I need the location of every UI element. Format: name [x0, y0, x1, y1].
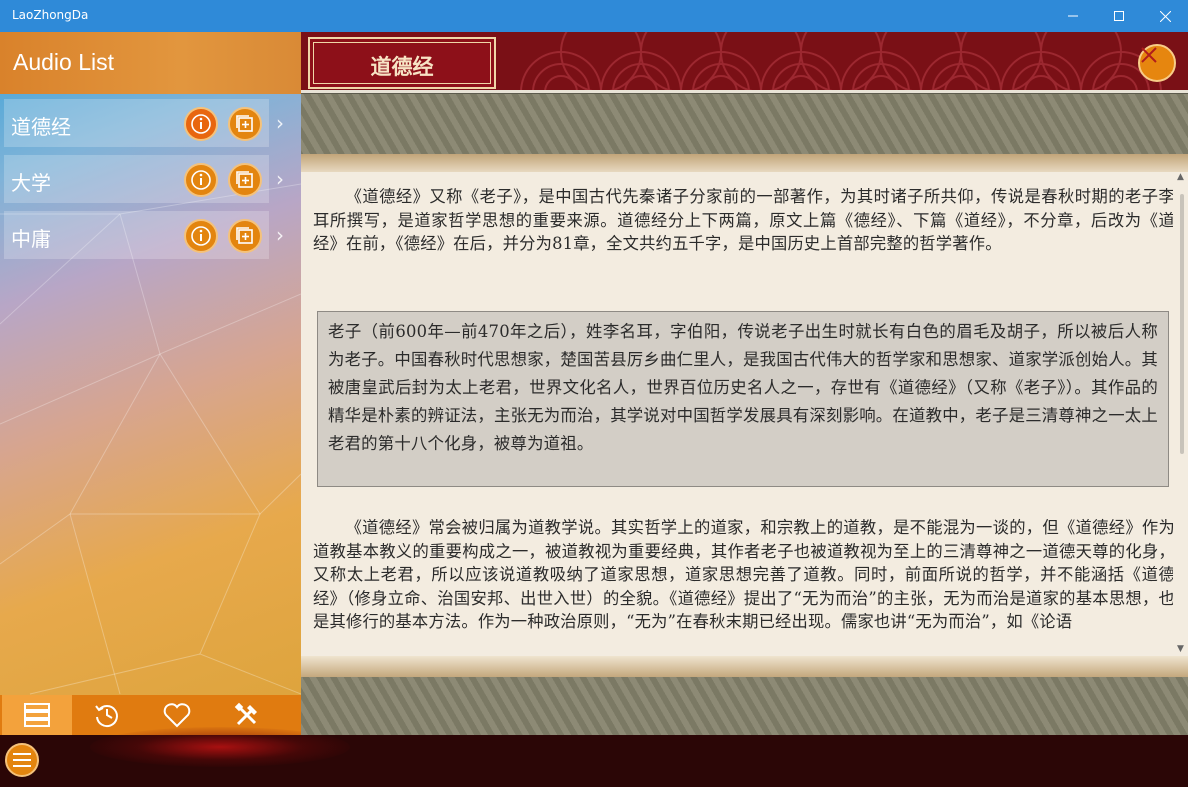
- close-window-button[interactable]: [1142, 0, 1188, 32]
- info-icon: [191, 226, 211, 246]
- audio-item[interactable]: 道德经 ›: [4, 99, 284, 147]
- close-icon: [1159, 10, 1171, 22]
- audio-item-title: 大学: [11, 171, 51, 195]
- close-icon: [1141, 47, 1157, 63]
- audio-list-title: Audio List: [13, 49, 115, 75]
- history-icon: [95, 705, 118, 728]
- minimize-button[interactable]: [1050, 0, 1096, 32]
- audio-item-title: 中庸: [11, 227, 51, 251]
- author-paragraph: 老子（前600年—前470年之后），姓李名耳，字伯阳，传说老子出生时就长有白色的…: [328, 322, 1158, 453]
- audio-item[interactable]: 中庸 ›: [4, 211, 284, 259]
- maximize-icon: [1114, 11, 1124, 21]
- info-button[interactable]: [184, 163, 218, 197]
- add-to-list-icon: [236, 115, 253, 132]
- intro-paragraph: 《道德经》又称《老子》，是中国古代先秦诸子分家前的一部著作，为其时诸子所共仰，传…: [313, 187, 1173, 254]
- info-icon: [191, 114, 211, 134]
- scroll-down-arrow-icon[interactable]: ▼: [1177, 644, 1184, 654]
- add-to-list-button[interactable]: [228, 219, 262, 253]
- info-icon: [191, 170, 211, 190]
- scrollbar-thumb[interactable]: [1180, 194, 1184, 454]
- content-header-band: 道德经: [301, 32, 1188, 92]
- audio-list-header: Audio List: [0, 32, 301, 94]
- tools-icon: [234, 702, 257, 726]
- audio-item-title: 道德经: [11, 115, 71, 139]
- window-title-bar: LaoZhongDa: [0, 0, 1188, 32]
- author-quote-box: 老子（前600年—前470年之后），姓李名耳，字伯阳，传说老子出生时就长有白色的…: [317, 311, 1169, 487]
- chevron-right-icon[interactable]: ›: [276, 113, 292, 133]
- maximize-button[interactable]: [1096, 0, 1142, 32]
- add-to-list-button[interactable]: [228, 163, 262, 197]
- chevron-right-icon[interactable]: ›: [276, 225, 292, 245]
- chevron-right-icon[interactable]: ›: [276, 169, 292, 189]
- add-to-list-icon: [236, 227, 253, 244]
- audio-list-panel: Audio List 道德经 › 大学 › 中庸 ›: [0, 32, 301, 735]
- content-title: 道德经: [370, 55, 434, 79]
- add-to-list-button[interactable]: [228, 107, 262, 141]
- bottom-pattern-band: [301, 677, 1188, 735]
- vertical-scrollbar[interactable]: ▲ ▼: [1176, 172, 1188, 657]
- list-icon: [24, 703, 50, 727]
- menu-button[interactable]: [5, 743, 39, 777]
- audio-item[interactable]: 大学 ›: [4, 155, 284, 203]
- nav-history-button[interactable]: [72, 695, 142, 735]
- app-title: LaoZhongDa: [12, 8, 89, 22]
- article-text-area[interactable]: 《道德经》又称《老子》，是中国古代先秦诸子分家前的一部著作，为其时诸子所共仰，传…: [313, 182, 1173, 652]
- info-button[interactable]: [184, 219, 218, 253]
- header-divider: [301, 90, 1188, 93]
- close-content-button[interactable]: [1138, 44, 1176, 82]
- minimize-icon: [1068, 15, 1078, 17]
- heart-icon: [163, 703, 191, 728]
- app-footer: [0, 727, 1188, 787]
- taoism-paragraph: 《道德经》常会被归属为道教学说。其实哲学上的道家，和宗教上的道教，是不能混为一谈…: [313, 518, 1173, 632]
- add-to-list-icon: [236, 171, 253, 188]
- content-title-plaque: 道德经: [308, 37, 496, 89]
- reading-panel: 道德经 《道德经》又称《老子》，是中国古代先秦诸子分家前的一部著作，为其时诸子所…: [301, 32, 1188, 735]
- info-button[interactable]: [184, 107, 218, 141]
- hamburger-menu-icon: [13, 753, 31, 767]
- scroll-roller-bottom: [301, 656, 1188, 678]
- scroll-up-arrow-icon[interactable]: ▲: [1177, 172, 1184, 182]
- nav-list-button[interactable]: [2, 695, 72, 735]
